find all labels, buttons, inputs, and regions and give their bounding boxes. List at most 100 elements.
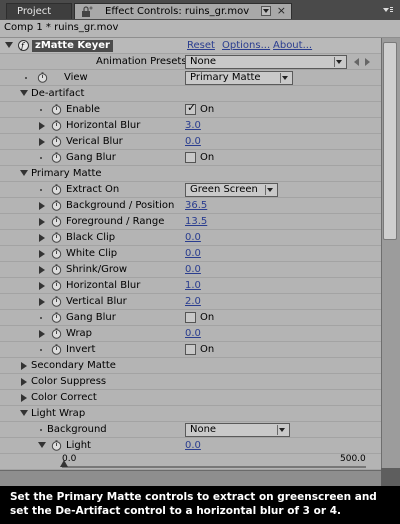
comp-layer-title: Comp 1 * ruins_gr.mov [4, 22, 119, 33]
animation-presets-label: Animation Presets: [96, 56, 190, 67]
expand-triangle-icon[interactable] [39, 330, 45, 338]
horizontal-scrollbar[interactable] [0, 470, 381, 486]
expand-triangle-icon[interactable] [39, 218, 45, 226]
stopwatch-icon[interactable] [51, 312, 62, 323]
stopwatch-icon[interactable] [51, 216, 62, 227]
expand-triangle-icon[interactable] [21, 362, 27, 370]
expand-triangle-icon[interactable] [39, 138, 45, 146]
tab-effect-controls[interactable]: Effect Controls: ruins_gr.mov × [74, 3, 292, 19]
enable-row: Enable ✓ On [0, 102, 381, 118]
stopwatch-icon[interactable] [51, 184, 62, 195]
primary-horizontal-blur-label: Horizontal Blur [66, 280, 141, 291]
background-position-row: Background / Position 36.5 [0, 198, 381, 214]
options-link[interactable]: Options... [222, 39, 270, 53]
color-suppress-label: Color Suppress [31, 376, 107, 387]
white-clip-label: White Clip [66, 248, 118, 259]
primary-gang-blur-label: Gang Blur [66, 312, 116, 323]
panel-header: Comp 1 * ruins_gr.mov [0, 20, 400, 38]
expand-triangle-icon[interactable] [39, 282, 45, 290]
expand-triangle-icon[interactable] [39, 122, 45, 130]
enable-checkbox[interactable]: ✓ [185, 101, 197, 115]
row-dot [40, 317, 42, 319]
foreground-range-value[interactable]: 13.5 [185, 215, 207, 229]
reset-link[interactable]: Reset [187, 39, 215, 53]
vertical-scrollbar-thumb[interactable] [383, 42, 397, 240]
background-label: Background [47, 424, 107, 435]
stopwatch-icon[interactable] [51, 328, 62, 339]
collapse-triangle-icon[interactable] [20, 170, 28, 176]
background-position-value[interactable]: 36.5 [185, 199, 207, 213]
stopwatch-icon[interactable] [51, 152, 62, 163]
color-correct-label: Color Correct [31, 392, 97, 403]
dropdown-arrow-icon [334, 57, 344, 67]
color-correct-group-row[interactable]: Color Correct [0, 390, 381, 406]
view-dropdown[interactable]: Primary Matte [185, 71, 293, 85]
expand-triangle-icon[interactable] [39, 202, 45, 210]
foreground-range-row: Foreground / Range 13.5 [0, 214, 381, 230]
effect-collapse-triangle-icon[interactable] [5, 42, 13, 48]
expand-triangle-icon[interactable] [39, 298, 45, 306]
deartifact-horizontal-blur-value[interactable]: 3.0 [185, 119, 201, 133]
invert-checkbox[interactable] [185, 344, 196, 355]
background-dropdown[interactable]: None [185, 423, 290, 437]
stopwatch-icon[interactable] [51, 248, 62, 259]
dropdown-arrow-icon [265, 185, 275, 195]
stopwatch-icon[interactable] [37, 72, 48, 83]
stopwatch-icon[interactable] [51, 136, 62, 147]
stopwatch-icon[interactable] [51, 344, 62, 355]
stopwatch-icon[interactable] [51, 232, 62, 243]
invert-label: Invert [66, 344, 96, 355]
deartifact-vertical-blur-value[interactable]: 0.0 [185, 135, 201, 149]
close-tab-icon[interactable]: × [277, 5, 286, 17]
background-row: Background None [0, 422, 381, 438]
stopwatch-icon[interactable] [51, 440, 62, 451]
stopwatch-icon[interactable] [51, 264, 62, 275]
shrink-grow-row: Shrink/Grow 0.0 [0, 262, 381, 278]
stopwatch-icon[interactable] [51, 280, 62, 291]
stopwatch-icon[interactable] [51, 104, 62, 115]
light-slider-thumb[interactable] [60, 460, 68, 467]
white-clip-value[interactable]: 0.0 [185, 247, 201, 261]
extract-on-dropdown[interactable]: Green Screen [185, 183, 278, 197]
animation-presets-dropdown[interactable]: None [185, 55, 347, 69]
expand-triangle-icon[interactable] [21, 394, 27, 402]
about-link[interactable]: About... [273, 39, 312, 53]
stopwatch-icon[interactable] [51, 296, 62, 307]
dropdown-arrow-icon [277, 425, 287, 435]
preset-nav-arrows-icon[interactable] [352, 57, 374, 67]
stopwatch-icon[interactable] [51, 120, 62, 131]
primary-matte-group-row[interactable]: Primary Matte [0, 166, 381, 182]
tab-menu-arrow-icon[interactable] [261, 6, 271, 16]
primary-horizontal-blur-value[interactable]: 1.0 [185, 279, 201, 293]
black-clip-value[interactable]: 0.0 [185, 231, 201, 245]
primary-vertical-blur-value[interactable]: 2.0 [185, 295, 201, 309]
secondary-matte-group-row[interactable]: Secondary Matte [0, 358, 381, 374]
deartifact-horizontal-blur-label: Horizontal Blur [66, 120, 141, 131]
deartifact-gang-blur-checkbox-label: On [200, 152, 215, 163]
expand-triangle-icon[interactable] [39, 250, 45, 258]
fx-toggle-icon[interactable]: f [18, 40, 29, 51]
shrink-grow-value[interactable]: 0.0 [185, 263, 201, 277]
expand-triangle-icon[interactable] [21, 378, 27, 386]
deartifact-gang-blur-checkbox[interactable] [185, 152, 196, 163]
collapse-triangle-icon[interactable] [20, 90, 28, 96]
collapse-triangle-icon[interactable] [38, 442, 46, 448]
tab-project[interactable]: Project [6, 3, 72, 19]
light-slider-track[interactable] [62, 466, 366, 468]
instruction-caption: Set the Primary Matte controls to extrac… [0, 486, 400, 524]
invert-checkbox-label: On [200, 344, 215, 355]
expand-triangle-icon[interactable] [39, 234, 45, 242]
wrap-value[interactable]: 0.0 [185, 327, 201, 341]
panel-menu-icon[interactable] [382, 5, 394, 17]
expand-triangle-icon[interactable] [39, 266, 45, 274]
primary-gang-blur-checkbox[interactable] [185, 312, 196, 323]
wrap-label: Wrap [66, 328, 93, 339]
color-suppress-group-row[interactable]: Color Suppress [0, 374, 381, 390]
lock-icon[interactable] [81, 6, 93, 17]
light-value[interactable]: 0.0 [185, 439, 201, 453]
collapse-triangle-icon[interactable] [20, 410, 28, 416]
light-wrap-group-row[interactable]: Light Wrap [0, 406, 381, 422]
deartifact-group-row[interactable]: De-artifact [0, 86, 381, 102]
stopwatch-icon[interactable] [51, 200, 62, 211]
checkmark-icon: ✓ [187, 101, 197, 114]
